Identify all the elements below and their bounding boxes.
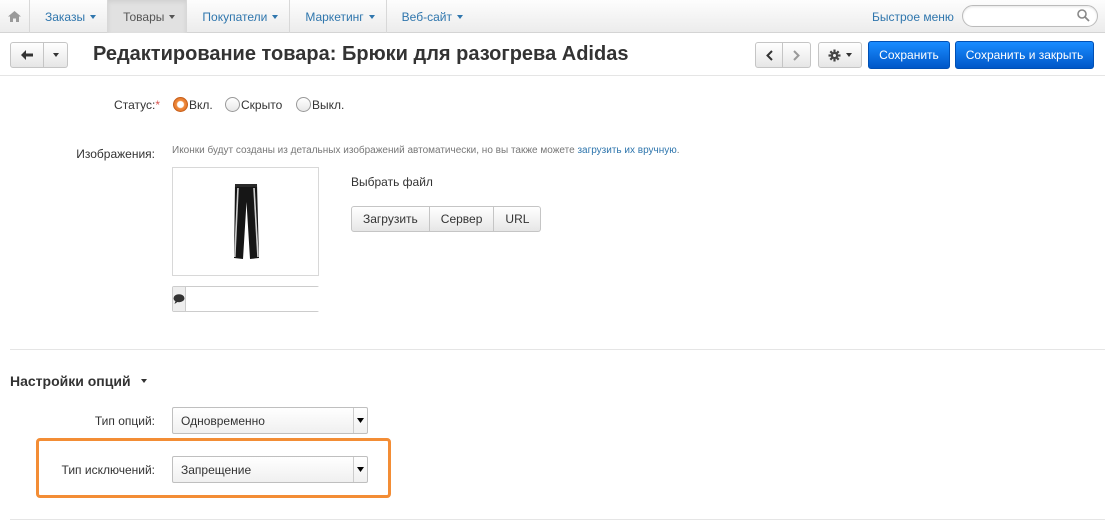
exception-type-select[interactable]: Запрещение (172, 456, 368, 483)
menu-products-label: Товары (123, 9, 165, 24)
radio-unchecked[interactable] (296, 97, 311, 112)
menu-orders-label: Заказы (45, 9, 86, 24)
required-mark: * (155, 98, 160, 112)
menu-website[interactable]: Веб-сайт (387, 0, 474, 33)
select-arrow-icon (353, 457, 367, 482)
menu-marketing-label: Маркетинг (305, 9, 364, 24)
chevron-down-icon (140, 379, 147, 383)
upload-server-button[interactable]: Сервер (429, 206, 495, 232)
chevron-down-icon (456, 14, 463, 19)
chevron-down-icon (52, 53, 59, 57)
choose-file-label: Выбрать файл (351, 175, 433, 189)
next-button[interactable] (783, 42, 811, 68)
chevron-down-icon (846, 53, 852, 57)
page-header: Редактирование товара: Брюки для разогре… (0, 33, 1105, 76)
menu-orders[interactable]: Заказы (30, 0, 109, 33)
comment-icon (173, 287, 186, 311)
images-hint-text: Иконки будут созданы из детальных изобра… (172, 145, 578, 156)
menu-customers-label: Покупатели (202, 9, 268, 24)
options-section-toggle[interactable]: Настройки опций (10, 373, 147, 389)
image-alt-field (172, 286, 363, 312)
top-navbar: Заказы Товары Покупатели Маркетинг Веб-с… (0, 0, 1105, 33)
menu-marketing[interactable]: Маркетинг (290, 0, 387, 33)
chevron-down-icon (169, 14, 176, 19)
upload-local-button[interactable]: Загрузить (351, 206, 430, 232)
exception-type-label: Тип исключений: (61, 463, 155, 477)
exception-type-value: Запрещение (181, 462, 252, 477)
pants-image (233, 183, 259, 259)
status-radio-hidden[interactable]: Скрыто (225, 97, 282, 112)
image-alt-input[interactable] (186, 287, 363, 311)
menu-website-label: Веб-сайт (401, 9, 452, 24)
save-and-close-button[interactable]: Сохранить и закрыть (955, 41, 1094, 69)
product-image-thumbnail[interactable] (172, 167, 319, 276)
back-dropdown-button[interactable] (44, 42, 68, 68)
images-hint-end: . (676, 145, 680, 156)
option-type-label: Тип опций: (94, 414, 155, 428)
gear-icon (828, 49, 841, 61)
chevron-left-icon (765, 49, 773, 61)
chevron-down-icon (90, 14, 97, 19)
options-section-title: Настройки опций (10, 373, 131, 389)
prev-button[interactable] (755, 42, 783, 68)
divider (10, 349, 1105, 350)
search-box (962, 5, 1098, 27)
option-type-select[interactable]: Одновременно (172, 407, 368, 434)
settings-dropdown-button[interactable] (818, 42, 862, 68)
home-icon[interactable] (0, 0, 30, 33)
radio-label: Вкл. (189, 97, 213, 112)
radio-label: Выкл. (312, 97, 345, 112)
main-menu: Заказы Товары Покупатели Маркетинг Веб-с… (30, 0, 474, 33)
chevron-down-icon (368, 14, 375, 19)
menu-products[interactable]: Товары (108, 0, 188, 33)
menu-customers[interactable]: Покупатели (187, 0, 291, 33)
radio-unchecked[interactable] (225, 97, 240, 112)
quick-menu-link[interactable]: Быстрое меню (872, 10, 954, 24)
select-arrow-icon (353, 408, 367, 433)
divider (10, 519, 1105, 520)
status-radio-on[interactable]: Вкл. (173, 97, 213, 112)
radio-checked[interactable] (173, 97, 188, 112)
back-button[interactable] (10, 42, 44, 68)
upload-url-button[interactable]: URL (494, 206, 542, 232)
images-hint: Иконки будут созданы из детальных изобра… (172, 145, 680, 156)
search-input[interactable] (973, 6, 1073, 26)
search-icon[interactable] (1077, 9, 1090, 25)
chevron-down-icon (272, 14, 279, 19)
status-radio-off[interactable]: Выкл. (296, 97, 344, 112)
option-type-value: Одновременно (181, 413, 265, 428)
prev-next-group (755, 42, 811, 68)
status-label-text: Статус: (114, 98, 156, 112)
back-button-group (10, 42, 68, 68)
arrow-left-icon (21, 50, 33, 60)
chevron-right-icon (793, 49, 800, 61)
upload-button-group: Загрузить Сервер URL (351, 206, 542, 232)
radio-label: Скрыто (241, 97, 283, 112)
upload-manually-link[interactable]: загрузить их вручную (577, 145, 676, 156)
save-button[interactable]: Сохранить (868, 41, 950, 69)
page-title: Редактирование товара: Брюки для разогре… (93, 43, 629, 65)
status-label: Статус:* (100, 98, 160, 112)
images-label: Изображения: (76, 147, 155, 161)
